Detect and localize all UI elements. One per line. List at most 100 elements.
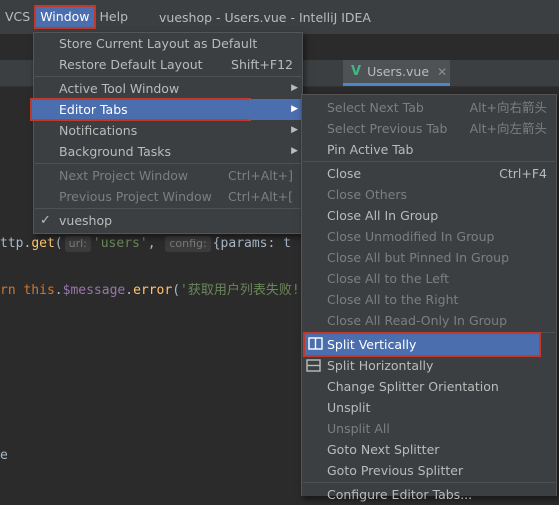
menu-item-label: vueshop: [59, 213, 113, 228]
menu-item-split-horizontally[interactable]: Split Horizontally: [302, 355, 556, 376]
menu-window[interactable]: Window: [34, 5, 96, 29]
menu-item-goto-next-splitter[interactable]: Goto Next Splitter: [302, 439, 556, 460]
menu-item-label: Restore Default Layout: [59, 57, 203, 72]
window-title: vueshop - Users.vue - IntelliJ IDEA: [159, 9, 371, 25]
submenu-arrow-icon: ▶: [291, 146, 298, 156]
menu-separator: [303, 482, 555, 483]
menu-item-restore-layout[interactable]: Restore Default Layout Shift+F12: [34, 54, 302, 75]
code-token: (: [172, 283, 181, 298]
menu-item-label: Goto Next Splitter: [327, 442, 440, 457]
code-string: '获取用户列表失败!: [180, 283, 300, 298]
menu-item-shortcut: Shift+F12: [231, 57, 293, 72]
editor-tabs-submenu: Select Next Tab Alt+向右箭头 Select Previous…: [301, 94, 557, 502]
menu-item-pin-active-tab[interactable]: Pin Active Tab: [302, 139, 556, 160]
code-token: ,: [147, 236, 156, 251]
menu-item-label: Split Horizontally: [327, 358, 434, 373]
menu-item-editor-tabs[interactable]: Editor Tabs: [30, 98, 251, 121]
menu-item-active-tool-window[interactable]: Active Tool Window ▶: [34, 78, 302, 99]
menu-item-goto-previous-splitter[interactable]: Goto Previous Splitter: [302, 460, 556, 481]
checkmark-icon: ✓: [40, 213, 51, 228]
menu-item-next-project-window[interactable]: Next Project Window Ctrl+Alt+]: [34, 165, 302, 186]
menu-item-close-all-read-only[interactable]: Close All Read-Only In Group: [302, 310, 556, 331]
code-function: error: [133, 283, 173, 298]
menu-item-unsplit-all[interactable]: Unsplit All: [302, 418, 556, 439]
code-token: .: [54, 283, 63, 298]
menu-item-select-previous-tab[interactable]: Select Previous Tab Alt+向左箭头: [302, 118, 556, 139]
menu-item-label: Select Previous Tab: [327, 121, 448, 136]
vue-icon: V: [351, 64, 362, 79]
menu-item-shortcut: Ctrl+Alt+]: [228, 168, 293, 183]
menu-item-close-unmodified[interactable]: Close Unmodified In Group: [302, 226, 556, 247]
code-token: ttp.: [0, 236, 32, 251]
menu-item-label: Close Others: [327, 187, 408, 202]
menu-item-label: Goto Previous Splitter: [327, 463, 464, 478]
menu-item-shortcut: Alt+向左箭头: [469, 121, 547, 136]
menu-item-close-all-but-pinned[interactable]: Close All but Pinned In Group: [302, 247, 556, 268]
code-keyword: this: [23, 283, 55, 298]
menu-item-label: Close All but Pinned In Group: [327, 250, 510, 265]
submenu-arrow-icon: ▶: [291, 104, 298, 114]
menu-item-label: Split Vertically: [327, 337, 417, 352]
menu-item-label: Unsplit All: [327, 421, 390, 436]
menu-separator: [35, 208, 301, 209]
menu-item-label: Pin Active Tab: [327, 142, 414, 157]
menu-item-background-tasks[interactable]: Background Tasks ▶: [34, 141, 302, 162]
menu-item-close[interactable]: Close Ctrl+F4: [302, 163, 556, 184]
menu-item-label: Select Next Tab: [327, 100, 424, 115]
menu-item-label: Close All In Group: [327, 208, 439, 223]
menu-separator: [35, 76, 301, 77]
code-member: $message: [62, 283, 126, 298]
menu-separator: [303, 161, 555, 162]
menu-item-select-next-tab[interactable]: Select Next Tab Alt+向右箭头: [302, 97, 556, 118]
menu-item-label: Close All Read-Only In Group: [327, 313, 508, 328]
code-token: e: [0, 448, 8, 463]
code-line: ttp.get(url:'users', config: {params: t: [0, 236, 291, 252]
menu-item-label: Next Project Window: [59, 168, 189, 183]
param-hint-config: config:: [165, 236, 211, 252]
editor-tab-users-vue[interactable]: V Users.vue ✕: [343, 60, 450, 86]
menu-item-close-others[interactable]: Close Others: [302, 184, 556, 205]
code-line: rn this.$message.error('获取用户列表失败!: [0, 279, 300, 298]
menu-item-label: Close All to the Left: [327, 271, 450, 286]
menu-item-label: Change Splitter Orientation: [327, 379, 499, 394]
menu-item-project-vueshop[interactable]: ✓ vueshop: [34, 210, 302, 231]
menu-item-editor-tabs-tail[interactable]: ▶: [249, 99, 302, 120]
editor-tab-label: Users.vue: [367, 64, 430, 79]
split-vertically-icon: [308, 337, 323, 350]
submenu-arrow-icon: ▶: [291, 125, 298, 135]
menu-item-unsplit[interactable]: Unsplit: [302, 397, 556, 418]
menu-item-notifications[interactable]: Notifications ▶: [34, 120, 302, 141]
menu-item-label: Editor Tabs: [59, 102, 128, 117]
code-line: e: [0, 448, 8, 463]
menu-item-label: Background Tasks: [59, 144, 172, 159]
menu-item-close-all-left[interactable]: Close All to the Left: [302, 268, 556, 289]
code-token: {params: t: [212, 236, 291, 251]
menu-item-label: Previous Project Window: [59, 189, 212, 204]
menu-item-close-all-in-group[interactable]: Close All In Group: [302, 205, 556, 226]
submenu-arrow-icon: ▶: [291, 83, 298, 93]
menu-item-shortcut: Ctrl+Alt+[: [228, 189, 293, 204]
split-horizontally-icon: [306, 359, 321, 372]
menu-separator: [35, 163, 301, 164]
menu-item-split-vertically[interactable]: Split Vertically: [303, 332, 541, 357]
menu-item-shortcut: Ctrl+F4: [499, 166, 547, 181]
menu-item-label: Unsplit: [327, 400, 371, 415]
menu-item-change-splitter-orientation[interactable]: Change Splitter Orientation: [302, 376, 556, 397]
code-string: 'users': [92, 236, 148, 251]
code-token: (: [54, 236, 63, 251]
menu-item-label: Close Unmodified In Group: [327, 229, 495, 244]
menu-help[interactable]: Help: [95, 6, 134, 28]
menu-bar: VCS Window Help vueshop - Users.vue - In…: [0, 0, 559, 34]
menu-item-store-layout[interactable]: Store Current Layout as Default: [34, 33, 302, 54]
menu-item-previous-project-window[interactable]: Previous Project Window Ctrl+Alt+[: [34, 186, 302, 207]
menu-item-label: Close: [327, 166, 362, 181]
code-keyword: rn: [0, 283, 24, 298]
code-token: get: [31, 236, 55, 251]
menu-vcs[interactable]: VCS: [0, 6, 35, 28]
close-tab-icon[interactable]: ✕: [437, 65, 447, 79]
param-hint-url: url:: [64, 236, 91, 252]
menu-item-close-all-right[interactable]: Close All to the Right: [302, 289, 556, 310]
code-token: .: [125, 283, 134, 298]
menu-item-label: Notifications: [59, 123, 138, 138]
menu-item-label: Store Current Layout as Default: [59, 36, 258, 51]
